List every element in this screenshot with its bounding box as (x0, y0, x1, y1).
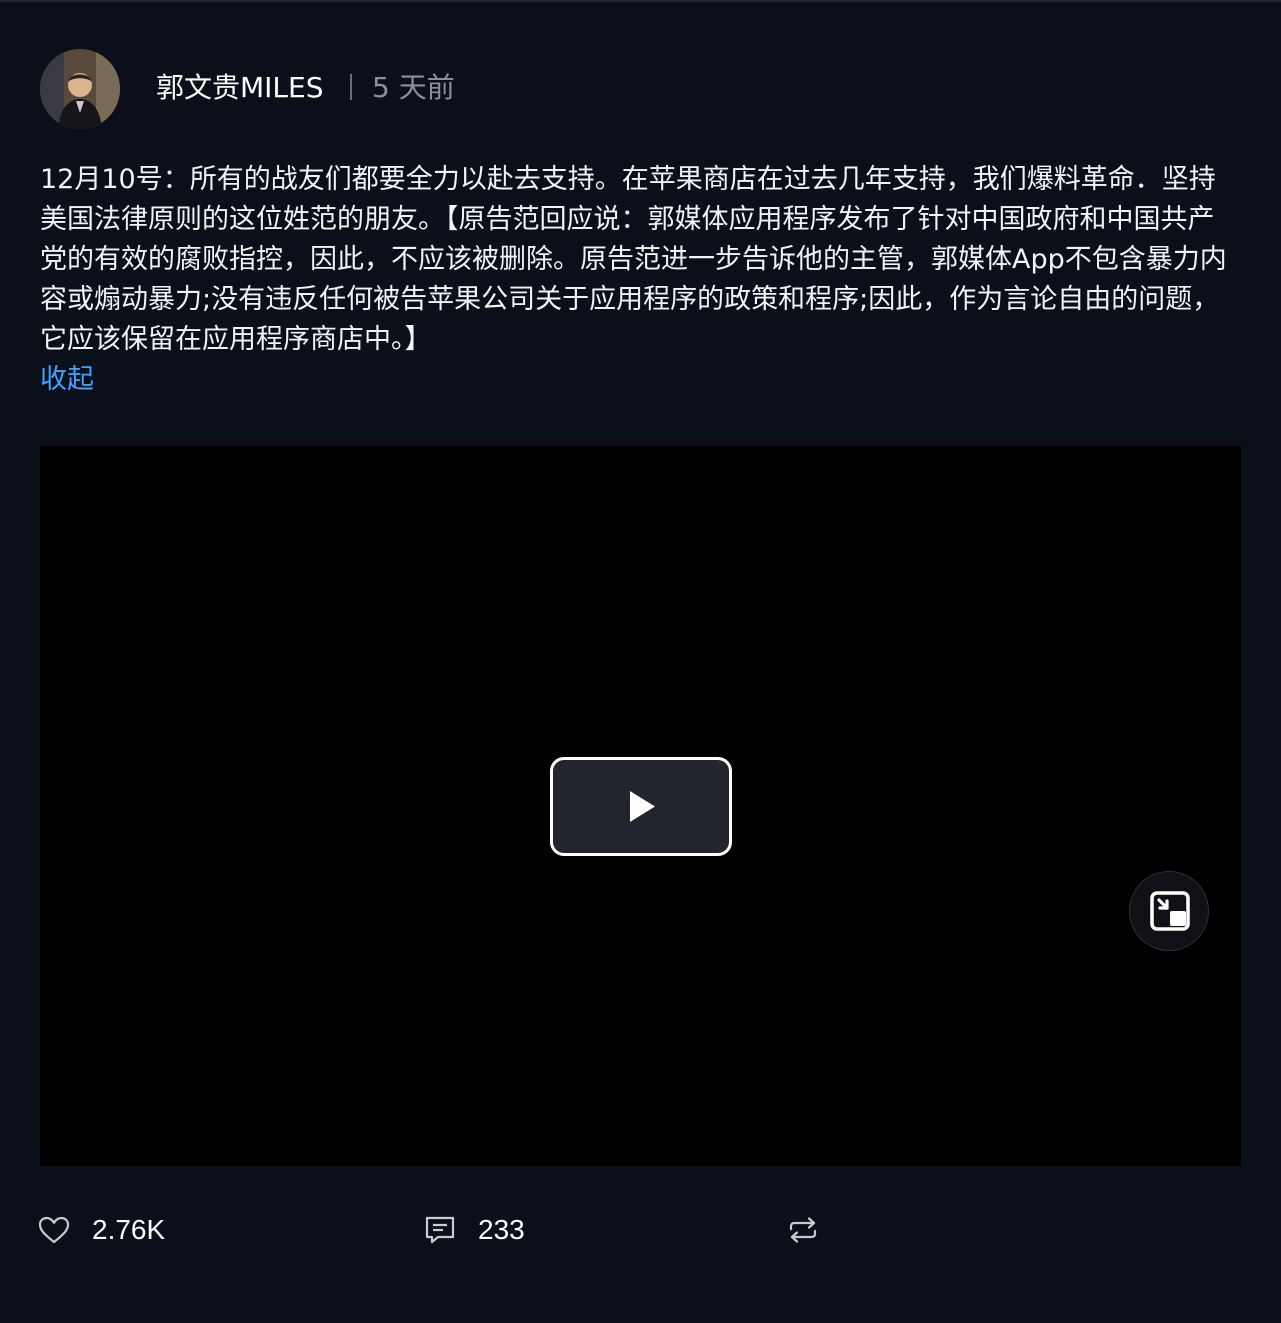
like-count: 2.76K (92, 1214, 166, 1245)
post-body: 12月10号：所有的战友们都要全力以赴去支持。在苹果商店在过去几年支持，我们爆料… (40, 164, 1227, 355)
picture-in-picture-icon (1150, 891, 1190, 931)
heart-icon (38, 1216, 70, 1244)
avatar[interactable] (40, 49, 120, 129)
post-card: 郭文贵MILES 5 天前 12月10号：所有的战友们都要全力以赴去支持。在苹果… (0, 0, 1281, 1323)
comment-button[interactable]: 233 (424, 1200, 525, 1260)
picture-in-picture-button[interactable] (1129, 871, 1209, 951)
repost-icon (789, 1217, 817, 1243)
header-separator (350, 74, 352, 100)
repost-button[interactable] (787, 1200, 819, 1260)
play-icon (630, 791, 655, 822)
comment-icon (425, 1216, 455, 1244)
video-player[interactable] (40, 446, 1241, 1166)
collapse-link[interactable]: 收起 (40, 360, 94, 400)
action-bar: 2.76K 233 (0, 1200, 1281, 1260)
like-button[interactable]: 2.76K (38, 1200, 165, 1260)
post-timestamp: 5 天前 (372, 71, 455, 104)
comment-count: 233 (478, 1214, 525, 1245)
author-name[interactable]: 郭文贵MILES (156, 68, 323, 108)
play-button[interactable] (550, 757, 732, 856)
